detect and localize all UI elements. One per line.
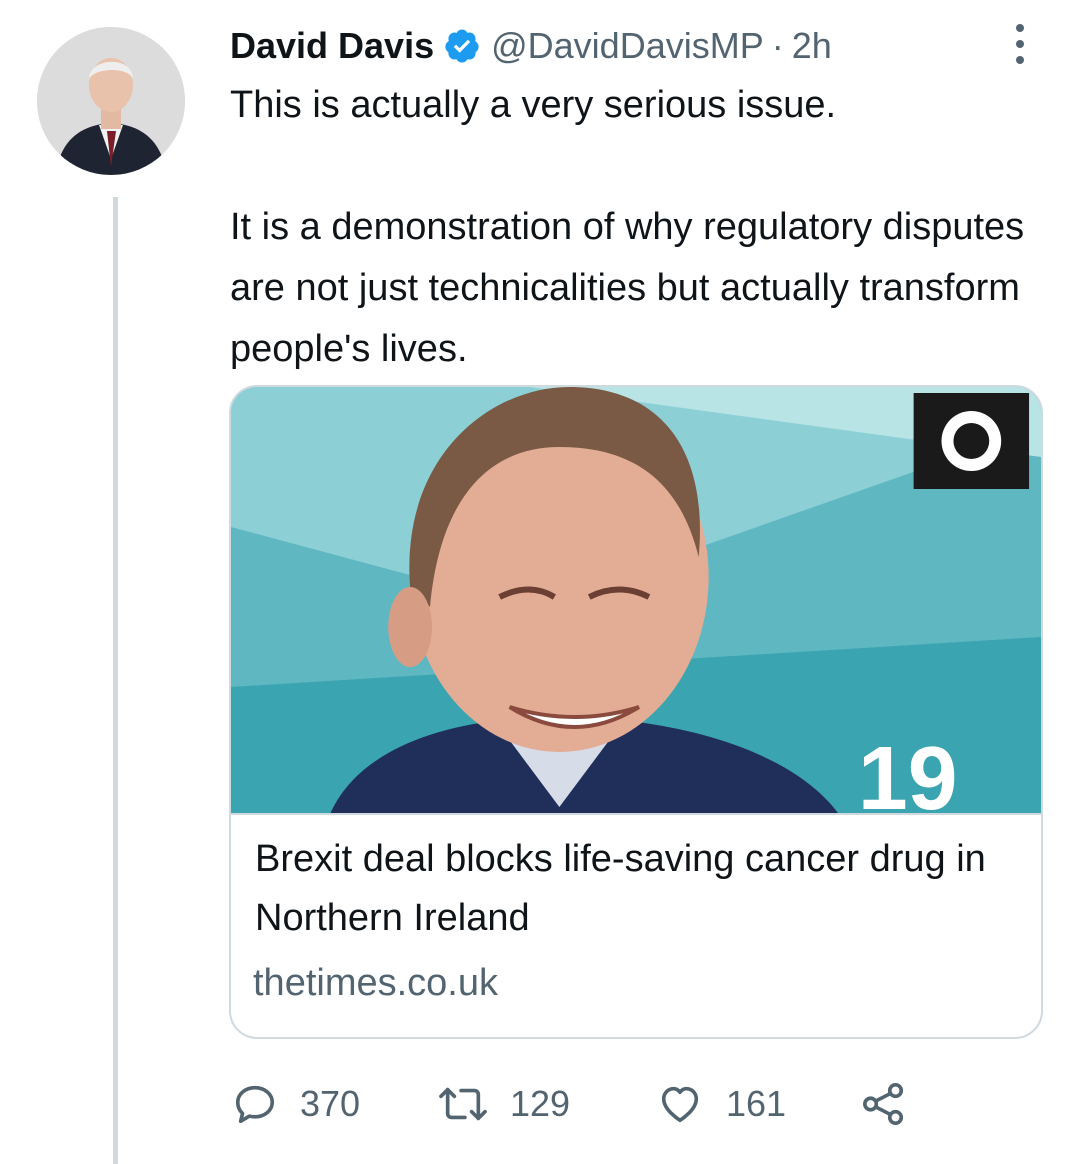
heart-icon — [656, 1081, 704, 1127]
tweet-text: This is actually a very serious issue. I… — [230, 84, 1025, 370]
like-button[interactable]: 161 — [656, 1078, 786, 1130]
reply-icon — [232, 1081, 278, 1127]
retweet-count: 129 — [510, 1083, 571, 1124]
more-vertical-icon[interactable] — [1008, 24, 1032, 64]
link-card[interactable]: 19 Brexit deal blocks life-saving cancer… — [229, 385, 1043, 1039]
tweet-timestamp[interactable]: 2h — [792, 25, 832, 67]
card-image: 19 — [231, 387, 1041, 813]
tweet-header: David Davis @DavidDavisMP · 2h — [230, 20, 832, 72]
reply-button[interactable]: 370 — [232, 1078, 360, 1130]
tweet-actions: 370 129 161 — [232, 1078, 952, 1130]
author-name[interactable]: David Davis — [230, 25, 434, 67]
backdrop-text: 19 — [858, 729, 958, 813]
share-icon — [860, 1081, 908, 1127]
like-count: 161 — [726, 1083, 787, 1124]
reply-count: 370 — [300, 1083, 361, 1124]
separator-dot: · — [771, 25, 784, 66]
thread-line — [113, 197, 118, 1164]
avatar[interactable] — [37, 27, 185, 175]
verified-badge-icon — [443, 27, 481, 65]
card-domain[interactable]: thetimes.co.uk — [253, 962, 498, 1005]
retweet-button[interactable]: 129 — [438, 1078, 570, 1130]
card-divider — [231, 813, 1041, 815]
retweet-icon — [438, 1081, 488, 1127]
card-title[interactable]: Brexit deal blocks life-saving cancer dr… — [255, 830, 1015, 948]
share-button[interactable] — [860, 1078, 908, 1130]
author-handle[interactable]: @DavidDavisMP — [491, 25, 764, 67]
author-portrait — [37, 27, 185, 175]
